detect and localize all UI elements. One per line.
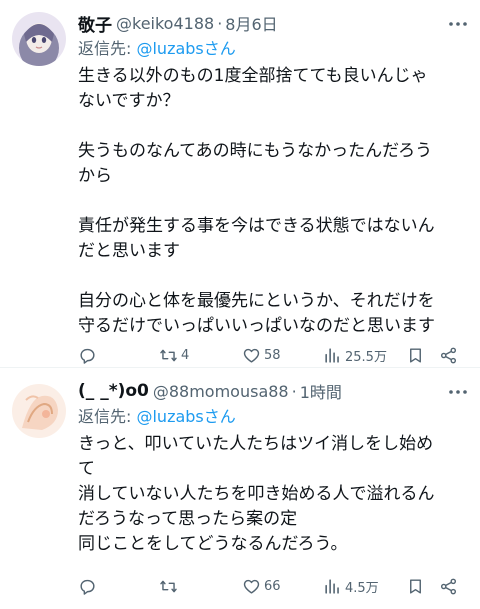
text-line: て [78, 459, 95, 479]
tweet-text: 生きる以外のもの1度全部捨てても良いんじゃ ないですか？ 失うものなんてあの時に… [78, 64, 470, 339]
user-handle[interactable]: @88momousa88 [153, 382, 289, 401]
like-count: 66 [264, 578, 281, 594]
retweet-count: 4 [181, 347, 190, 363]
timestamp[interactable]: 1時間 [300, 379, 342, 403]
like-button[interactable]: 66 [242, 577, 281, 596]
like-count: 58 [264, 347, 281, 363]
separator: · [291, 381, 297, 401]
bookmark-button[interactable] [406, 346, 425, 365]
views-button[interactable]: 25.5万 [323, 346, 387, 365]
text-line: 消していない人たちを叩き始める人で溢れるん [78, 484, 435, 504]
tweet-header: (_ _*)o0 @88momousa88 · 1時間 [78, 378, 470, 404]
separator: · [217, 13, 223, 33]
tweet-header: 敬子 @keiko4188 · 8月6日 [78, 10, 470, 36]
text-line: 責任が発生する事を今はできる状態ではないん [78, 216, 435, 236]
views-count: 4.5万 [345, 580, 379, 596]
retweet-button[interactable] [159, 577, 181, 596]
avatar[interactable] [12, 384, 66, 438]
reply-mention[interactable]: @luzabsさん [136, 407, 235, 426]
reply-button[interactable] [78, 346, 100, 365]
retweet-button[interactable]: 4 [159, 346, 189, 365]
reply-prefix: 返信先: [78, 39, 137, 58]
reply-mention[interactable]: @luzabsさん [136, 39, 235, 58]
bookmark-icon [406, 577, 425, 596]
heart-icon [242, 577, 261, 596]
like-button[interactable]: 58 [242, 346, 281, 365]
heart-icon [242, 346, 261, 365]
bookmark-icon [406, 346, 425, 365]
text-line: 失うものなんてあの時にもうなかったんだろう [78, 141, 433, 161]
reply-icon [78, 577, 97, 596]
user-handle[interactable]: @keiko4188 [116, 14, 214, 33]
text-line: だと思います [78, 241, 180, 261]
tweet-text: きっと、叩いていた人たちはツイ消しをし始め て 消していない人たちを叩き始める人… [78, 432, 470, 557]
display-name[interactable]: 敬子 [78, 11, 112, 36]
retweet-icon [159, 346, 178, 365]
action-bar: 66 4.5万 [78, 574, 466, 598]
reply-icon [78, 346, 97, 365]
reply-context: 返信先: @luzabsさん [78, 36, 470, 62]
views-icon [323, 577, 342, 596]
text-line: きっと、叩いていた人たちはツイ消しをし始め [78, 434, 434, 454]
share-button[interactable] [439, 577, 458, 596]
views-icon [323, 346, 342, 365]
text-line: だろうなって思ったら案の定 [78, 509, 298, 529]
share-button[interactable] [439, 346, 458, 365]
views-count: 25.5万 [345, 349, 387, 365]
text-line: 自分の心と体を最優先にというか、それだけを [78, 291, 435, 311]
reply-prefix: 返信先: [78, 407, 137, 426]
avatar[interactable] [12, 12, 66, 66]
timestamp[interactable]: 8月6日 [225, 11, 277, 35]
reply-button[interactable] [78, 577, 100, 596]
text-line: から [78, 166, 112, 186]
bookmark-button[interactable] [406, 577, 425, 596]
text-line: 同じことをしてどうなるんだろう。 [78, 534, 348, 554]
more-dots-icon[interactable] [446, 14, 470, 34]
tweet[interactable]: 敬子 @keiko4188 · 8月6日 返信先: @luzabsさん 生きる以… [0, 0, 480, 368]
retweet-icon [159, 577, 178, 596]
views-button[interactable]: 4.5万 [323, 577, 379, 596]
share-icon [439, 577, 458, 596]
tweet[interactable]: (_ _*)o0 @88momousa88 · 1時間 返信先: @luzabs… [0, 368, 480, 609]
text-line: 守るだけでいっぱいいっぱいなのだと思います [78, 316, 435, 336]
text-line: 生きる以外のもの1度全部捨てても良いんじゃ [78, 66, 428, 86]
display-name[interactable]: (_ _*)o0 [78, 381, 149, 401]
share-icon [439, 346, 458, 365]
reply-context: 返信先: @luzabsさん [78, 404, 470, 430]
more-dots-icon[interactable] [446, 382, 470, 402]
action-bar: 4 58 25.5万 [78, 343, 466, 367]
text-line: ないですか？ [78, 91, 180, 111]
